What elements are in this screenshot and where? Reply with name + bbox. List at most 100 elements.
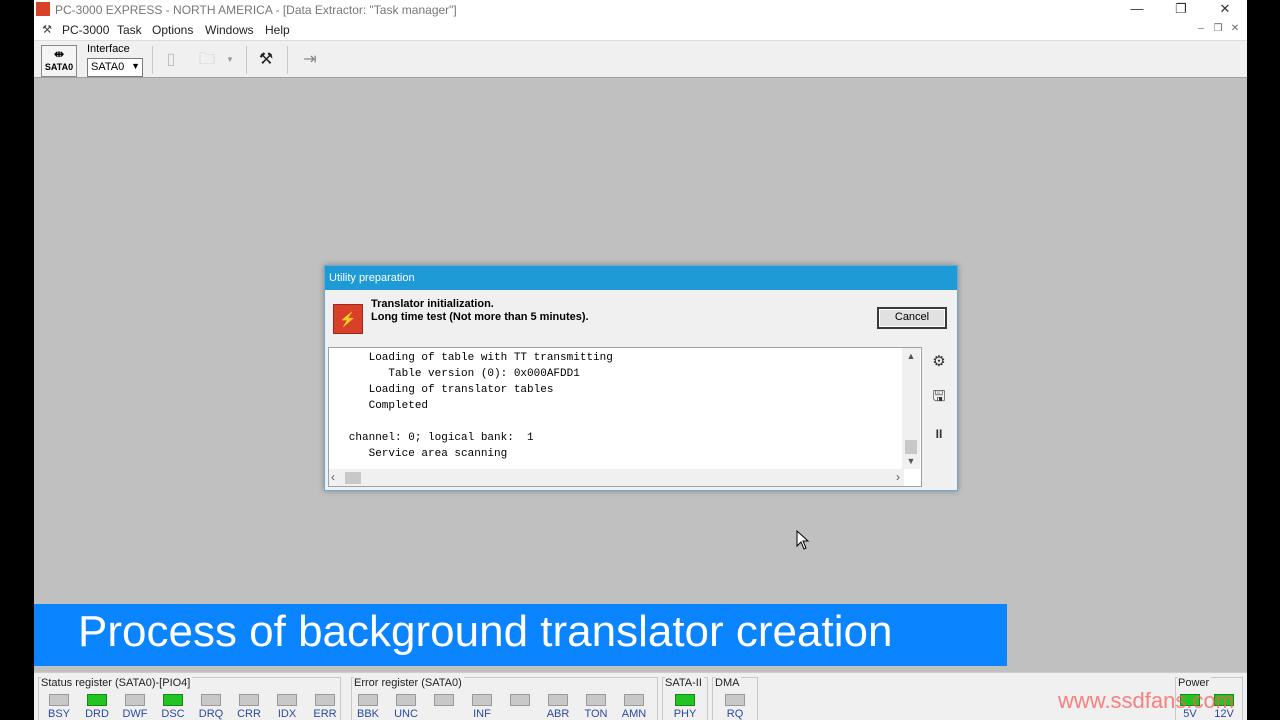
toolbar-separator [287,46,288,74]
child-window-icon: ⚒ [42,24,52,36]
settings-page-icon[interactable]: ⚙ [927,351,951,373]
save-icon[interactable]: 🖫 [927,386,951,408]
status-led-label: DSC [161,708,185,720]
status-led-label: DRD [85,708,109,720]
sata-group: SATA-II PHY [662,677,708,720]
menu-windows[interactable]: Windows [205,23,254,37]
status-led [434,694,454,706]
status-led-label: AMN [621,708,647,720]
status-led [725,694,745,706]
pause-icon[interactable]: II [927,423,951,445]
status-led [624,694,644,706]
status-led-label: RQ [726,708,744,720]
log-line: Loading of table with TT transmitting [329,352,613,364]
scroll-left-icon[interactable]: ‹ [331,470,335,484]
mdi-minimize-button[interactable]: – [1194,23,1208,36]
status-led [125,694,145,706]
menu-task[interactable]: Task [117,23,142,37]
sata-port-button[interactable]: ⇹ SATA0 [41,45,77,77]
log-line: Completed [329,400,429,412]
status-led-label: INF [473,708,491,720]
log-line: channel: 0; logical bank: 1 [329,432,534,444]
dropdown-arrow-icon[interactable]: ▼ [224,49,236,71]
mdi-restore-button[interactable]: ❐ [1211,23,1225,36]
pc3000-logo-icon: ⚡ [333,304,363,334]
status-led-label: ABR [546,708,570,720]
log-line: Service area scanning [329,448,508,460]
status-led [315,694,335,706]
status-led [675,694,695,706]
status-led [277,694,297,706]
status-led [87,694,107,706]
mouse-cursor-icon [796,530,810,550]
window-titlebar: PC-3000 EXPRESS - NORTH AMERICA - [Data … [34,0,1247,20]
vertical-scrollbar[interactable]: ▲ ▼ [902,348,920,469]
scroll-right-icon[interactable]: › [896,470,900,484]
connector-icon: ⇹ [53,47,65,61]
status-led [586,694,606,706]
status-register-label: Status register (SATA0)-[PIO4] [41,677,193,689]
menu-help[interactable]: Help [265,23,290,37]
interface-value: SATA0 [91,61,125,73]
dma-label: DMA [715,677,742,689]
status-led [239,694,259,706]
log-line: Table version (0): 0x000AFDD1 [329,368,580,380]
sata-port-label: SATA0 [44,62,74,72]
status-led [358,694,378,706]
status-led [163,694,183,706]
dialog-message-line1: Translator initialization. [371,298,494,310]
status-led-label: ERR [313,708,337,720]
menu-options[interactable]: Options [152,23,193,37]
utility-preparation-dialog: Utility preparation ⚡ Translator initial… [324,265,958,491]
status-led-label: PHY [673,708,697,720]
status-led [49,694,69,706]
horizontal-scrollbar[interactable]: ‹ › [329,469,904,486]
status-led-label: BBK [356,708,379,720]
dialog-message-line2: Long time test (Not more than 5 minutes)… [371,311,589,323]
status-led [472,694,492,706]
scroll-thumb[interactable] [905,440,917,454]
chevron-down-icon: ▼ [131,61,140,71]
new-page-icon[interactable]: ▯ [159,49,183,71]
exit-icon[interactable]: ⇥ [298,49,322,71]
menu-pc3000[interactable]: PC-3000 [62,23,109,37]
watermark: www.ssdfans.com [1058,688,1235,713]
menu-bar: ⚒ PC-3000 Task Options Windows Help – ❐ … [34,20,1247,40]
status-register-group: Status register (SATA0)-[PIO4] BSY DRD DWF… [38,677,341,720]
close-button[interactable]: ✕ [1203,0,1247,20]
status-led [201,694,221,706]
minimize-button[interactable]: — [1115,0,1159,20]
tools-icon[interactable]: ⚒ [254,49,278,71]
toolbar: ⇹ SATA0 Interface SATA0 ▼ ▯ 🗀 ▼ ⚒ ⇥ [34,40,1247,78]
status-led-label: BSY [47,708,70,720]
video-caption: Process of background translator creatio… [34,604,1007,666]
status-led-label: IDX [277,708,297,720]
status-led-label: CRR [237,708,261,720]
scroll-up-icon[interactable]: ▲ [902,348,920,364]
app-icon [36,2,50,16]
maximize-button[interactable]: ❐ [1159,0,1203,20]
desktop-area: PC-3000 EXPRESS - NORTH AMERICA - [Data … [34,0,1247,720]
sata-label: SATA-II [665,677,704,689]
dialog-title: Utility preparation [325,266,957,290]
status-led [548,694,568,706]
status-led-label: DWF [122,708,148,720]
scroll-down-icon[interactable]: ▼ [902,453,920,469]
log-line: Loading of translator tables [329,384,554,396]
error-register-label: Error register (SATA0) [354,677,464,689]
window-title: PC-3000 EXPRESS - NORTH AMERICA - [Data … [55,3,457,17]
status-led-label: DRQ [198,708,224,720]
status-led-label: UNC [394,708,418,720]
open-folder-icon[interactable]: 🗀 [195,49,219,71]
error-register-group: Error register (SATA0) BBK UNC INF ABR TON AM… [351,677,658,720]
interface-label: Interface [87,43,130,55]
scroll-thumb[interactable] [345,472,361,484]
toolbar-separator [246,46,247,74]
log-output[interactable]: Loading of table with TT transmitting Ta… [328,347,922,487]
cancel-button[interactable]: Cancel [877,307,947,329]
toolbar-separator [152,46,153,74]
status-led [396,694,416,706]
interface-select[interactable]: SATA0 ▼ [87,58,143,77]
dma-group: DMA RQ [712,677,758,720]
mdi-close-button[interactable]: ✕ [1228,23,1242,36]
